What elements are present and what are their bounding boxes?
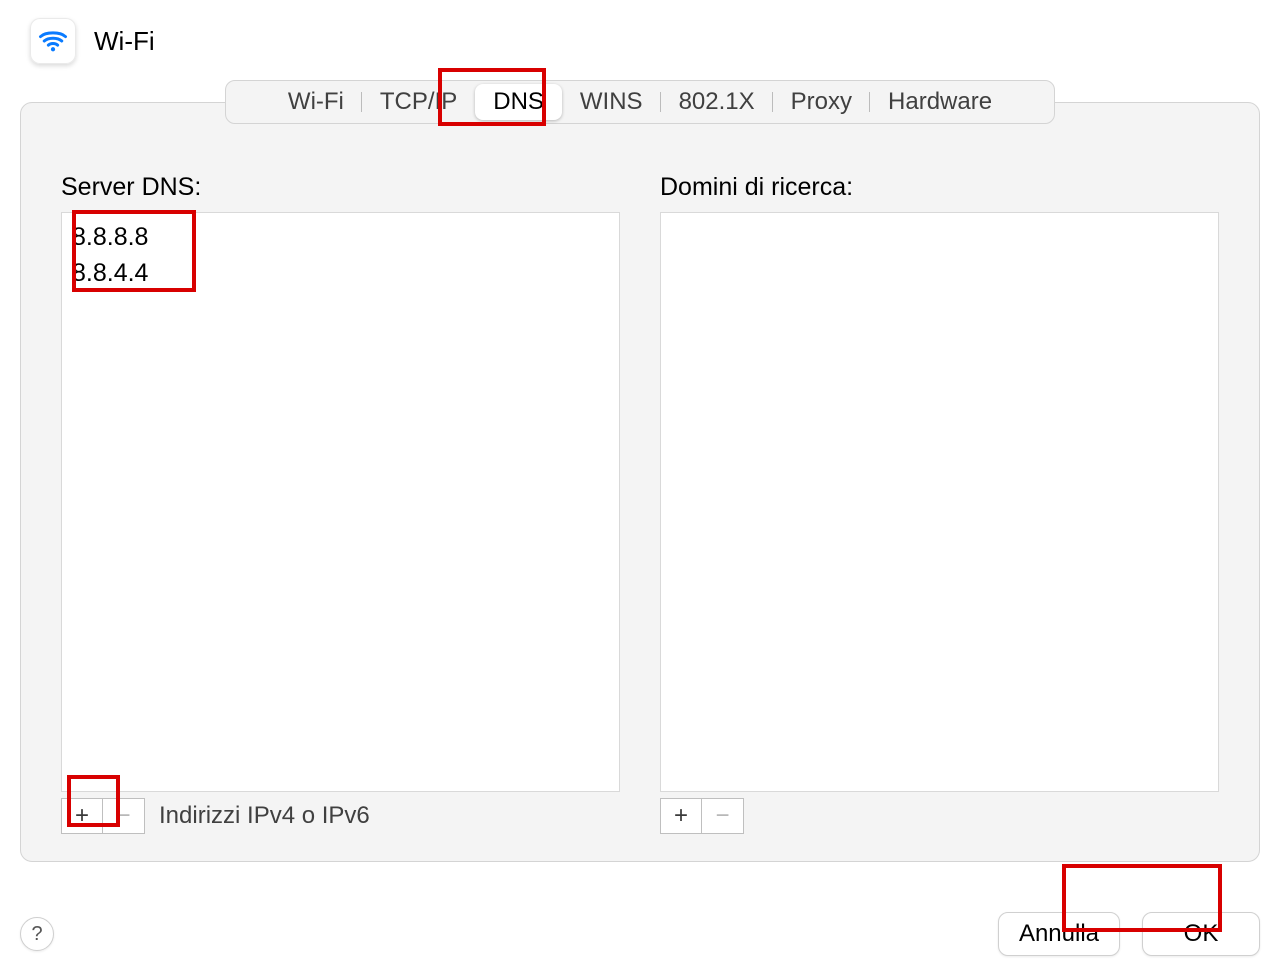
plus-icon: + [674,802,688,830]
dns-servers-add-button[interactable]: + [61,798,103,834]
help-button[interactable]: ? [20,917,54,951]
tab-hardware[interactable]: Hardware [870,84,1010,120]
window-title: Wi-Fi [94,26,155,57]
search-domains-list[interactable] [660,212,1219,791]
tab-tcpip[interactable]: TCP/IP [362,84,475,120]
tab-bar: Wi-Fi TCP/IP DNS WINS 802.1X Proxy Hardw… [225,80,1055,124]
tab-wins[interactable]: WINS [562,84,661,120]
dns-servers-hint: Indirizzi IPv4 o IPv6 [159,802,370,830]
dns-servers-column: Server DNS: 8.8.8.88.8.4.4 + − Indirizzi… [61,173,620,833]
cancel-button[interactable]: Annulla [998,912,1120,956]
dns-servers-list[interactable]: 8.8.8.88.8.4.4 [61,212,620,791]
help-icon: ? [31,923,42,946]
search-domains-column: Domini di ricerca: + − [660,173,1219,833]
minus-icon: − [116,802,130,830]
dns-panel: Server DNS: 8.8.8.88.8.4.4 + − Indirizzi… [20,102,1260,862]
dns-servers-label: Server DNS: [61,173,620,202]
tab-8021x[interactable]: 802.1X [661,84,773,120]
ok-button[interactable]: OK [1142,912,1260,956]
search-domains-add-button[interactable]: + [660,798,702,834]
plus-icon: + [75,802,89,830]
minus-icon: − [715,802,729,830]
list-item[interactable]: 8.8.4.4 [72,255,609,291]
tab-wifi[interactable]: Wi-Fi [270,84,362,120]
wifi-icon [30,18,76,64]
search-domains-label: Domini di ricerca: [660,173,1219,202]
tab-dns[interactable]: DNS [475,84,562,120]
window-header: Wi-Fi [20,10,1260,74]
list-item[interactable]: 8.8.8.8 [72,219,609,255]
search-domains-remove-button[interactable]: − [702,798,744,834]
tab-proxy[interactable]: Proxy [773,84,870,120]
dns-servers-remove-button[interactable]: − [103,798,145,834]
